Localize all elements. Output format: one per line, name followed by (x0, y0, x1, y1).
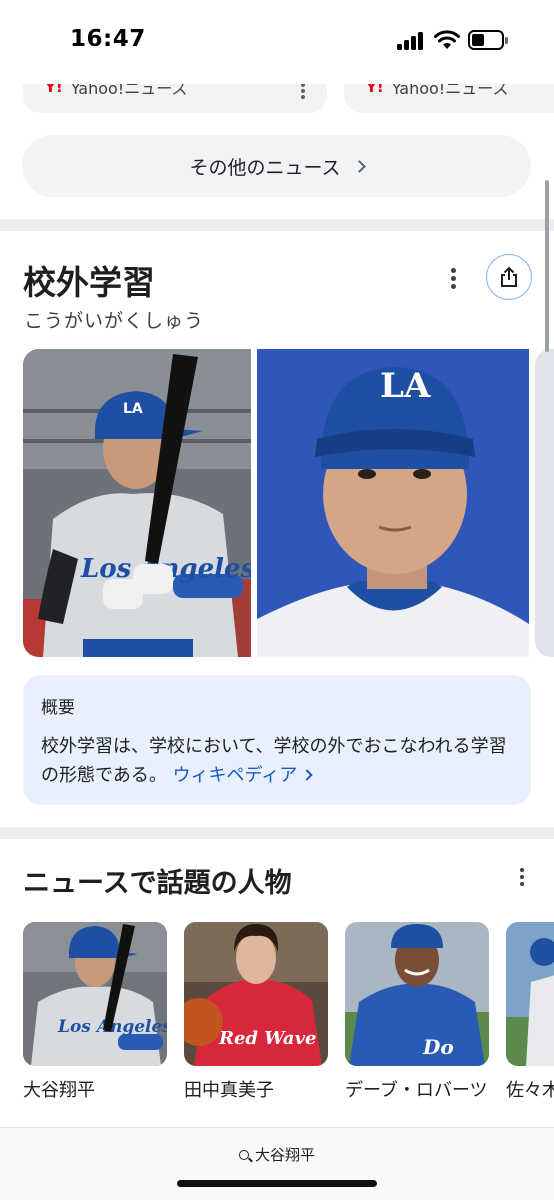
player-photo-batting[interactable]: Los Angeles LA (23, 349, 251, 657)
search-icon (238, 1150, 249, 1160)
home-indicator[interactable] (177, 1180, 377, 1187)
player-photo-cutoff[interactable] (535, 349, 554, 657)
svg-text:Red Wave: Red Wave (218, 1028, 317, 1049)
svg-text:LA: LA (380, 366, 431, 406)
status-bar: 16:47 (0, 0, 554, 84)
person-name: デーブ・ロバーツ (345, 1080, 488, 1101)
person-card[interactable]: Los Angeles 大谷翔平 (23, 922, 167, 1104)
person-name: 田中真美子 (184, 1080, 274, 1101)
person-photo: Los Angeles (23, 922, 167, 1066)
person-name: 佐々木 (506, 1080, 554, 1101)
person-photo: Do (345, 922, 489, 1066)
svg-text:LA: LA (123, 401, 143, 417)
wifi-icon (434, 30, 460, 50)
more-vert-icon[interactable] (520, 868, 525, 890)
person-card[interactable]: Red Wave 田中真美子 (184, 922, 328, 1104)
battery-icon (468, 30, 508, 50)
section-divider (0, 827, 554, 839)
panel-reading: こうがいがくしゅう (24, 310, 205, 332)
player-photo-portrait[interactable]: LA (257, 349, 529, 657)
summary-box: 概要 校外学習は、学校において、学校の外でおこなわれる学習の形態である。 ウィキ… (23, 675, 531, 805)
more-vert-icon[interactable] (451, 268, 456, 290)
wikipedia-link[interactable]: ウィキペディア (173, 765, 313, 786)
cellular-signal-icon (397, 32, 425, 50)
scrollbar[interactable] (545, 180, 549, 352)
summary-heading: 概要 (41, 698, 75, 718)
person-card[interactable]: 佐々木 (506, 922, 554, 1104)
more-news-button[interactable]: その他のニュース (22, 135, 531, 197)
section-divider (0, 219, 554, 231)
status-time: 16:47 (70, 26, 146, 52)
panel-title: 校外学習 (23, 263, 155, 302)
search-query: 大谷翔平 (254, 1146, 315, 1164)
person-card[interactable]: Do デーブ・ロバーツ (345, 922, 489, 1104)
person-photo (506, 922, 554, 1066)
svg-text:Do: Do (422, 1035, 454, 1059)
chevron-right-icon (301, 769, 313, 781)
bottom-search-bar[interactable]: 大谷翔平 (0, 1127, 554, 1200)
person-photo: Red Wave (184, 922, 328, 1066)
more-news-label: その他のニュース (189, 156, 341, 179)
chevron-right-icon (352, 159, 366, 173)
share-button[interactable] (486, 254, 532, 300)
more-vert-icon[interactable] (301, 83, 305, 99)
person-name: 大谷翔平 (23, 1080, 95, 1101)
share-icon (501, 266, 517, 287)
people-section-title: ニュースで話題の人物 (23, 868, 292, 899)
